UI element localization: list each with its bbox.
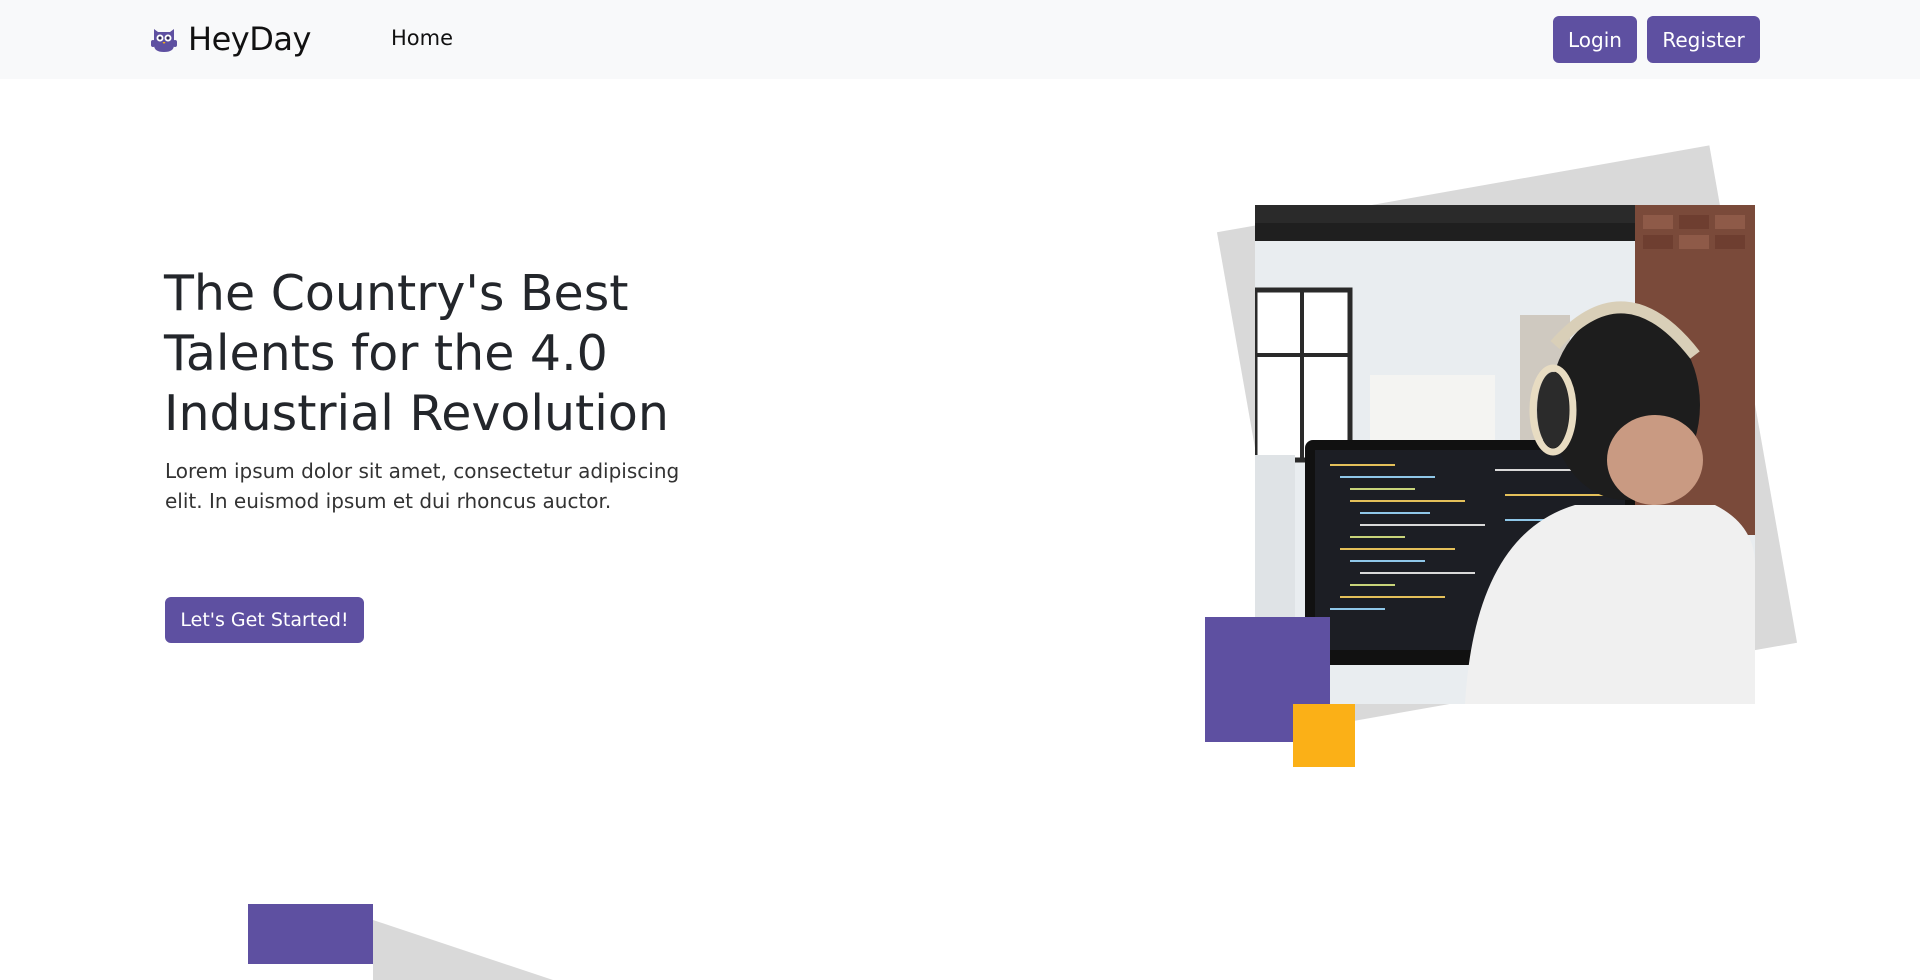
register-button[interactable]: Register xyxy=(1647,16,1760,63)
nav-home-link[interactable]: Home xyxy=(391,26,453,50)
decor-bottom-purple-square xyxy=(248,904,373,964)
get-started-button[interactable]: Let's Get Started! xyxy=(165,597,364,643)
hero-title: The Country's Best Talents for the 4.0 I… xyxy=(164,265,669,442)
hero-description: Lorem ipsum dolor sit amet, consectetur … xyxy=(165,459,680,513)
top-navbar: HeyDay Home Login Register xyxy=(0,0,1920,79)
owl-logo-icon xyxy=(151,29,177,52)
decor-bottom-grey-shape xyxy=(373,920,553,980)
brand-link[interactable]: HeyDay xyxy=(148,18,311,60)
hero-photo xyxy=(1255,205,1755,704)
brand-name: HeyDay xyxy=(188,20,311,58)
decor-yellow-square xyxy=(1293,704,1355,767)
login-button[interactable]: Login xyxy=(1553,16,1637,63)
